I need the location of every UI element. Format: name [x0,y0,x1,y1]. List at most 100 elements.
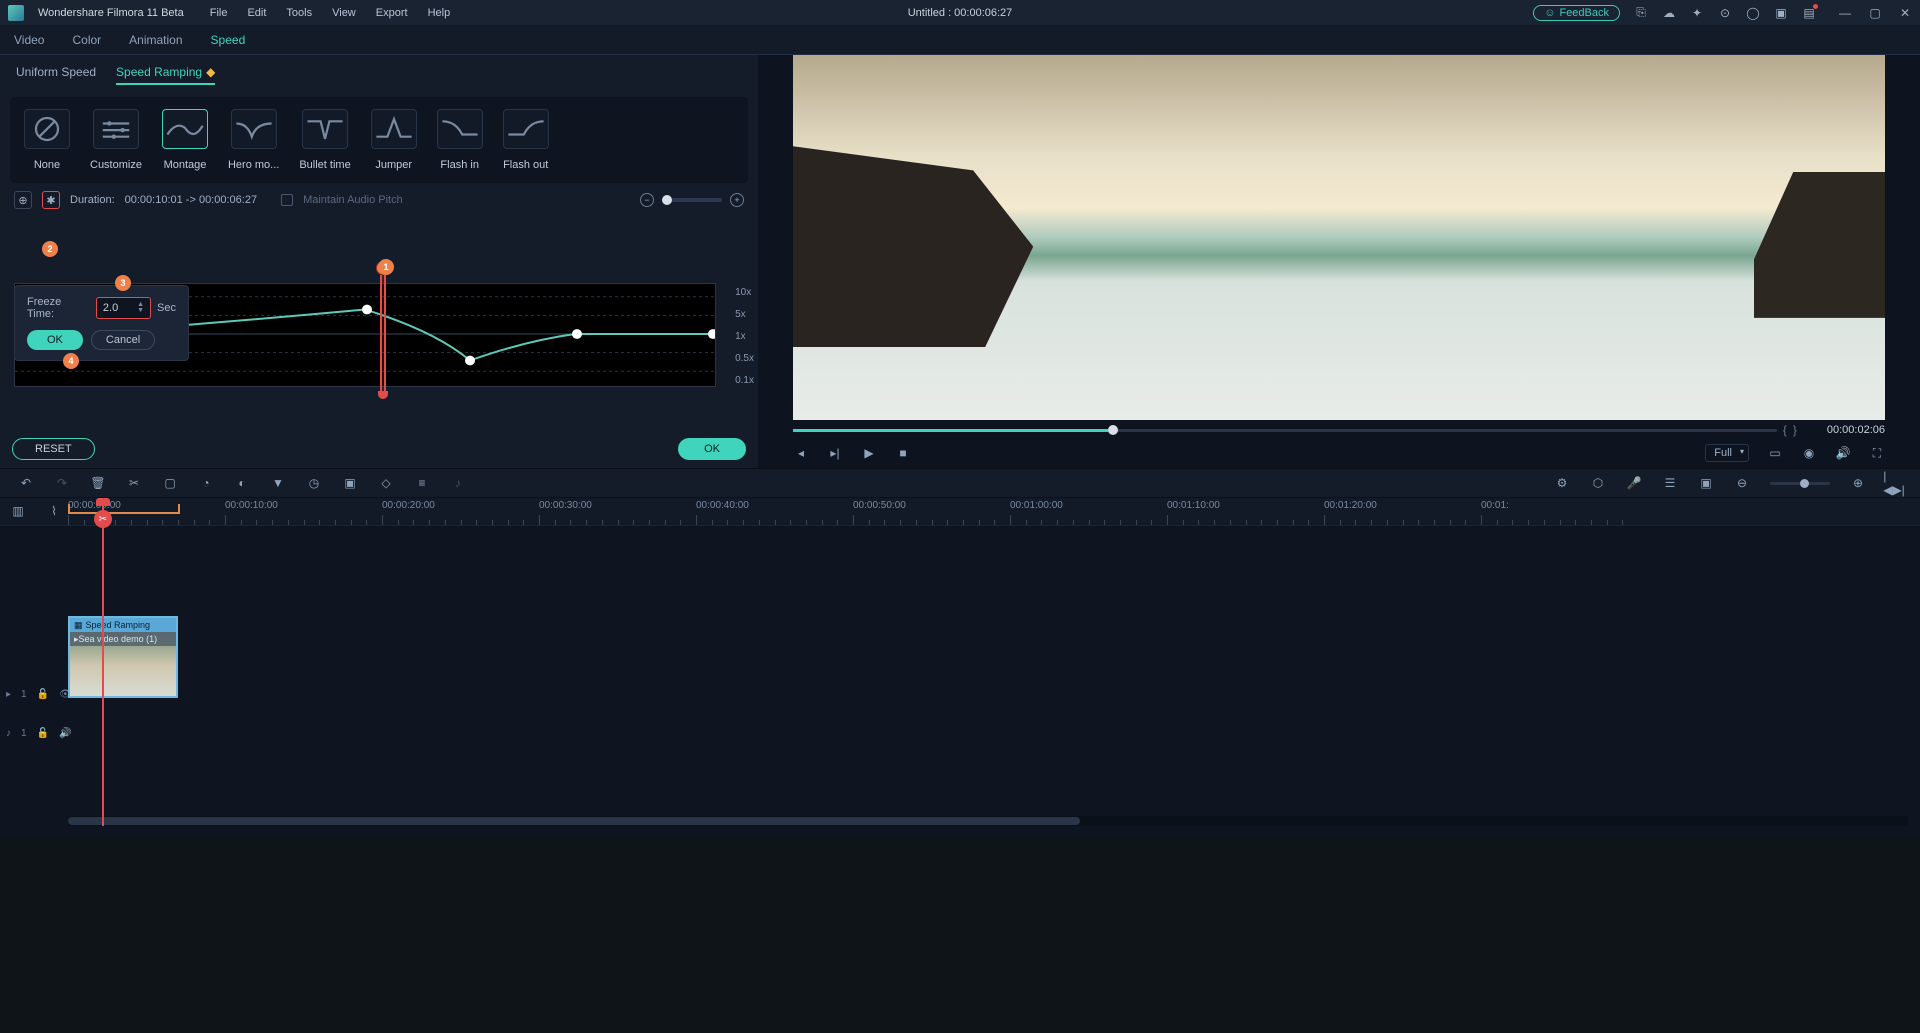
stop-button[interactable]: ■ [895,445,911,461]
preset-customize[interactable]: Customize [90,109,142,171]
timeline-zoom-slider[interactable] [1770,482,1830,485]
display-icon[interactable]: ▭ [1767,445,1783,461]
menu-tools[interactable]: Tools [286,7,312,19]
duration-row: ⊕ ✱ Duration: 00:00:10:01 -> 00:00:06:27… [0,183,758,217]
video-track-head: ▸1 🔓 👁 [0,654,68,734]
lock-audio-icon[interactable]: 🔓 [37,728,49,739]
prev-frame-button[interactable]: ◂ [793,445,809,461]
fullscreen-icon[interactable]: ⛶ [1869,445,1885,461]
sparkle-icon[interactable]: ✦ [1690,6,1704,20]
maximize-icon[interactable]: ▢ [1868,6,1882,20]
settings-icon[interactable]: ≡ [414,475,430,491]
detect-icon[interactable]: ▣ [342,475,358,491]
keyframe-icon[interactable]: ◇ [378,475,394,491]
undo-icon[interactable]: ↶ [18,475,34,491]
scissors-icon[interactable]: ✂ [94,510,112,528]
account-icon[interactable]: ◯ [1746,6,1760,20]
snapshot-icon[interactable]: ◉ [1801,445,1817,461]
tab-color[interactable]: Color [72,33,101,47]
headset-icon[interactable]: ⊙ [1718,6,1732,20]
subtab-speed-ramping[interactable]: Speed Ramping◆ [116,65,215,85]
crop-icon[interactable]: ▢ [162,475,178,491]
volume-icon[interactable]: 🔊 [1835,445,1851,461]
tab-speed[interactable]: Speed [211,33,246,47]
panel-ok-button[interactable]: OK [678,438,746,460]
snap-icon[interactable]: ⌇ [46,503,62,519]
cloud-icon[interactable]: ☁ [1662,6,1676,20]
redo-icon[interactable]: ↷ [54,475,70,491]
play-pause-button[interactable]: ▸| [827,445,843,461]
preset-bullet-time[interactable]: Bullet time [299,109,350,171]
launch-icon[interactable]: ⎘ [1634,6,1648,20]
freeze-time-input[interactable]: 2.0▲▼ [96,297,151,319]
zoom-in-graph-button[interactable]: + [730,193,744,207]
speed-icon[interactable]: ◔ [198,475,214,491]
graph-scale-labels: 10x5x1x0.5x0.1x [735,287,754,394]
graph-zoom-slider[interactable] [662,198,722,202]
preview-progress[interactable]: {} 00:00:02:06 [793,424,1885,436]
timeline-ruler[interactable]: ▥ ⌇ 00:00:00:0000:00:10:0000:00:20:0000:… [0,498,1920,526]
duration-label: Duration: [70,194,115,206]
annotation-3: 3 [115,275,131,291]
notification-icon[interactable]: ▤ [1802,6,1816,20]
mixer-icon[interactable]: ☰ [1662,475,1678,491]
greenscreen-icon[interactable]: ▼ [270,475,286,491]
preview-viewport[interactable] [793,55,1885,420]
preset-hero-moment[interactable]: Hero mo... [228,109,279,171]
add-keyframe-button[interactable]: ⊕ [14,191,32,209]
menu-edit[interactable]: Edit [247,7,266,19]
split-icon[interactable]: ✂ [126,475,142,491]
preset-none[interactable]: None [24,109,70,171]
preset-jumper[interactable]: Jumper [371,109,417,171]
duration-icon[interactable]: ◷ [306,475,322,491]
render-icon[interactable]: ⚙ [1554,475,1570,491]
timeline-body[interactable]: ✂ ▸1 🔓 👁 ▦Speed Ramping ▸Sea video demo … [0,526,1920,826]
voiceover-icon[interactable]: 🎤 [1626,475,1642,491]
track-icon[interactable]: ▣ [1698,475,1714,491]
play-button[interactable]: ▶ [861,445,877,461]
delete-icon[interactable]: 🗑 [90,475,106,491]
duration-value: 00:00:10:01 -> 00:00:06:27 [125,194,257,206]
main-menu: File Edit Tools View Export Help [210,7,450,19]
panel-tabs: Video Color Animation Speed [0,25,1920,55]
menu-export[interactable]: Export [376,7,408,19]
close-icon[interactable]: ✕ [1898,6,1912,20]
zoom-in-icon[interactable]: ⊕ [1850,475,1866,491]
preview-quality-dropdown[interactable]: Full [1705,444,1749,462]
minimize-icon[interactable]: — [1838,6,1852,20]
preset-flash-in[interactable]: Flash in [437,109,483,171]
freeze-time-popover: Freeze Time: 2.0▲▼ Sec OK Cancel [14,285,189,361]
maintain-pitch-checkbox[interactable] [281,194,293,206]
save-icon[interactable]: ▣ [1774,6,1788,20]
freeze-ok-button[interactable]: OK [27,330,83,350]
tab-video[interactable]: Video [14,33,44,47]
reset-button[interactable]: RESET [12,438,95,460]
audio-icon[interactable]: ♪ [450,475,466,491]
preset-flash-out[interactable]: Flash out [503,109,549,171]
freeze-cancel-button[interactable]: Cancel [91,330,155,350]
menu-view[interactable]: View [332,7,356,19]
feedback-button[interactable]: ☺FeedBack [1533,5,1620,21]
preset-montage[interactable]: Montage [162,109,208,171]
timeline-playhead[interactable]: ✂ [102,498,104,826]
freeze-frame-button[interactable]: ✱ [42,191,60,209]
zoom-out-icon[interactable]: ⊖ [1734,475,1750,491]
menu-help[interactable]: Help [428,7,451,19]
video-clip[interactable]: ▦Speed Ramping ▸Sea video demo (1) [68,616,178,698]
color-icon[interactable]: ◐ [234,475,250,491]
selection-range[interactable] [68,506,180,514]
freeze-unit-label: Sec [157,302,176,314]
tab-animation[interactable]: Animation [129,33,182,47]
clip-name: Sea video demo (1) [79,634,158,644]
timeline-h-scrollbar[interactable] [68,816,1908,826]
lock-icon[interactable]: 🔓 [37,689,49,700]
zoom-fit-icon[interactable]: |◀▶| [1886,475,1902,491]
subtab-uniform-speed[interactable]: Uniform Speed [16,65,96,85]
app-logo-icon [8,5,24,21]
menu-file[interactable]: File [210,7,228,19]
timeline-options-icon[interactable]: ▥ [10,503,26,519]
graph-playhead[interactable] [378,261,388,391]
zoom-out-graph-button[interactable]: − [640,193,654,207]
marker-icon[interactable]: ⬡ [1590,475,1606,491]
mute-icon[interactable]: 🔊 [59,728,71,739]
